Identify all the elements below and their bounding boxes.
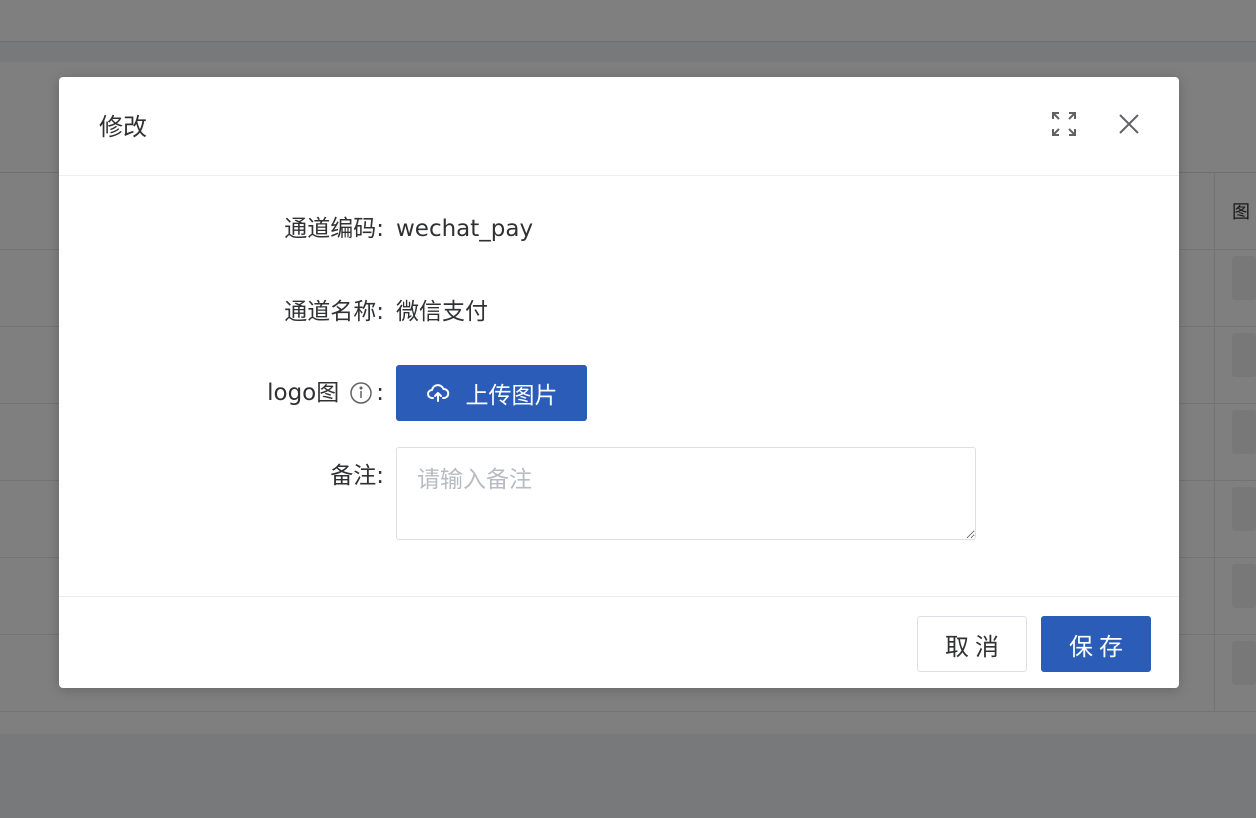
dialog-header: 修改	[59, 77, 1179, 176]
remark-textarea[interactable]	[396, 447, 976, 540]
channel-code-label: 通道编码:	[284, 216, 384, 242]
logo-label-colon: :	[376, 380, 384, 406]
dialog-footer: 取消 保存	[59, 596, 1179, 688]
upload-image-button[interactable]: 上传图片	[396, 365, 587, 421]
fullscreen-icon[interactable]	[1051, 111, 1077, 137]
channel-name-value: 微信支付	[396, 299, 488, 325]
logo-label-text: logo图	[267, 380, 340, 406]
channel-name-label: 通道名称:	[284, 299, 384, 325]
cloud-upload-icon	[426, 384, 449, 402]
info-icon[interactable]	[349, 381, 373, 405]
save-button[interactable]: 保存	[1041, 616, 1151, 672]
upload-image-label: 上传图片	[465, 383, 558, 409]
remark-label: 备注:	[330, 463, 384, 489]
close-icon[interactable]	[1115, 110, 1143, 138]
logo-label: logo图 :	[267, 377, 384, 409]
dialog-title: 修改	[99, 113, 147, 141]
channel-code-value: wechat_pay	[396, 216, 534, 242]
edit-dialog: 修改 通道编码: wechat_pay 通道名称: 微信支付 logo图 : 上…	[59, 77, 1179, 688]
cancel-button[interactable]: 取消	[917, 616, 1027, 672]
